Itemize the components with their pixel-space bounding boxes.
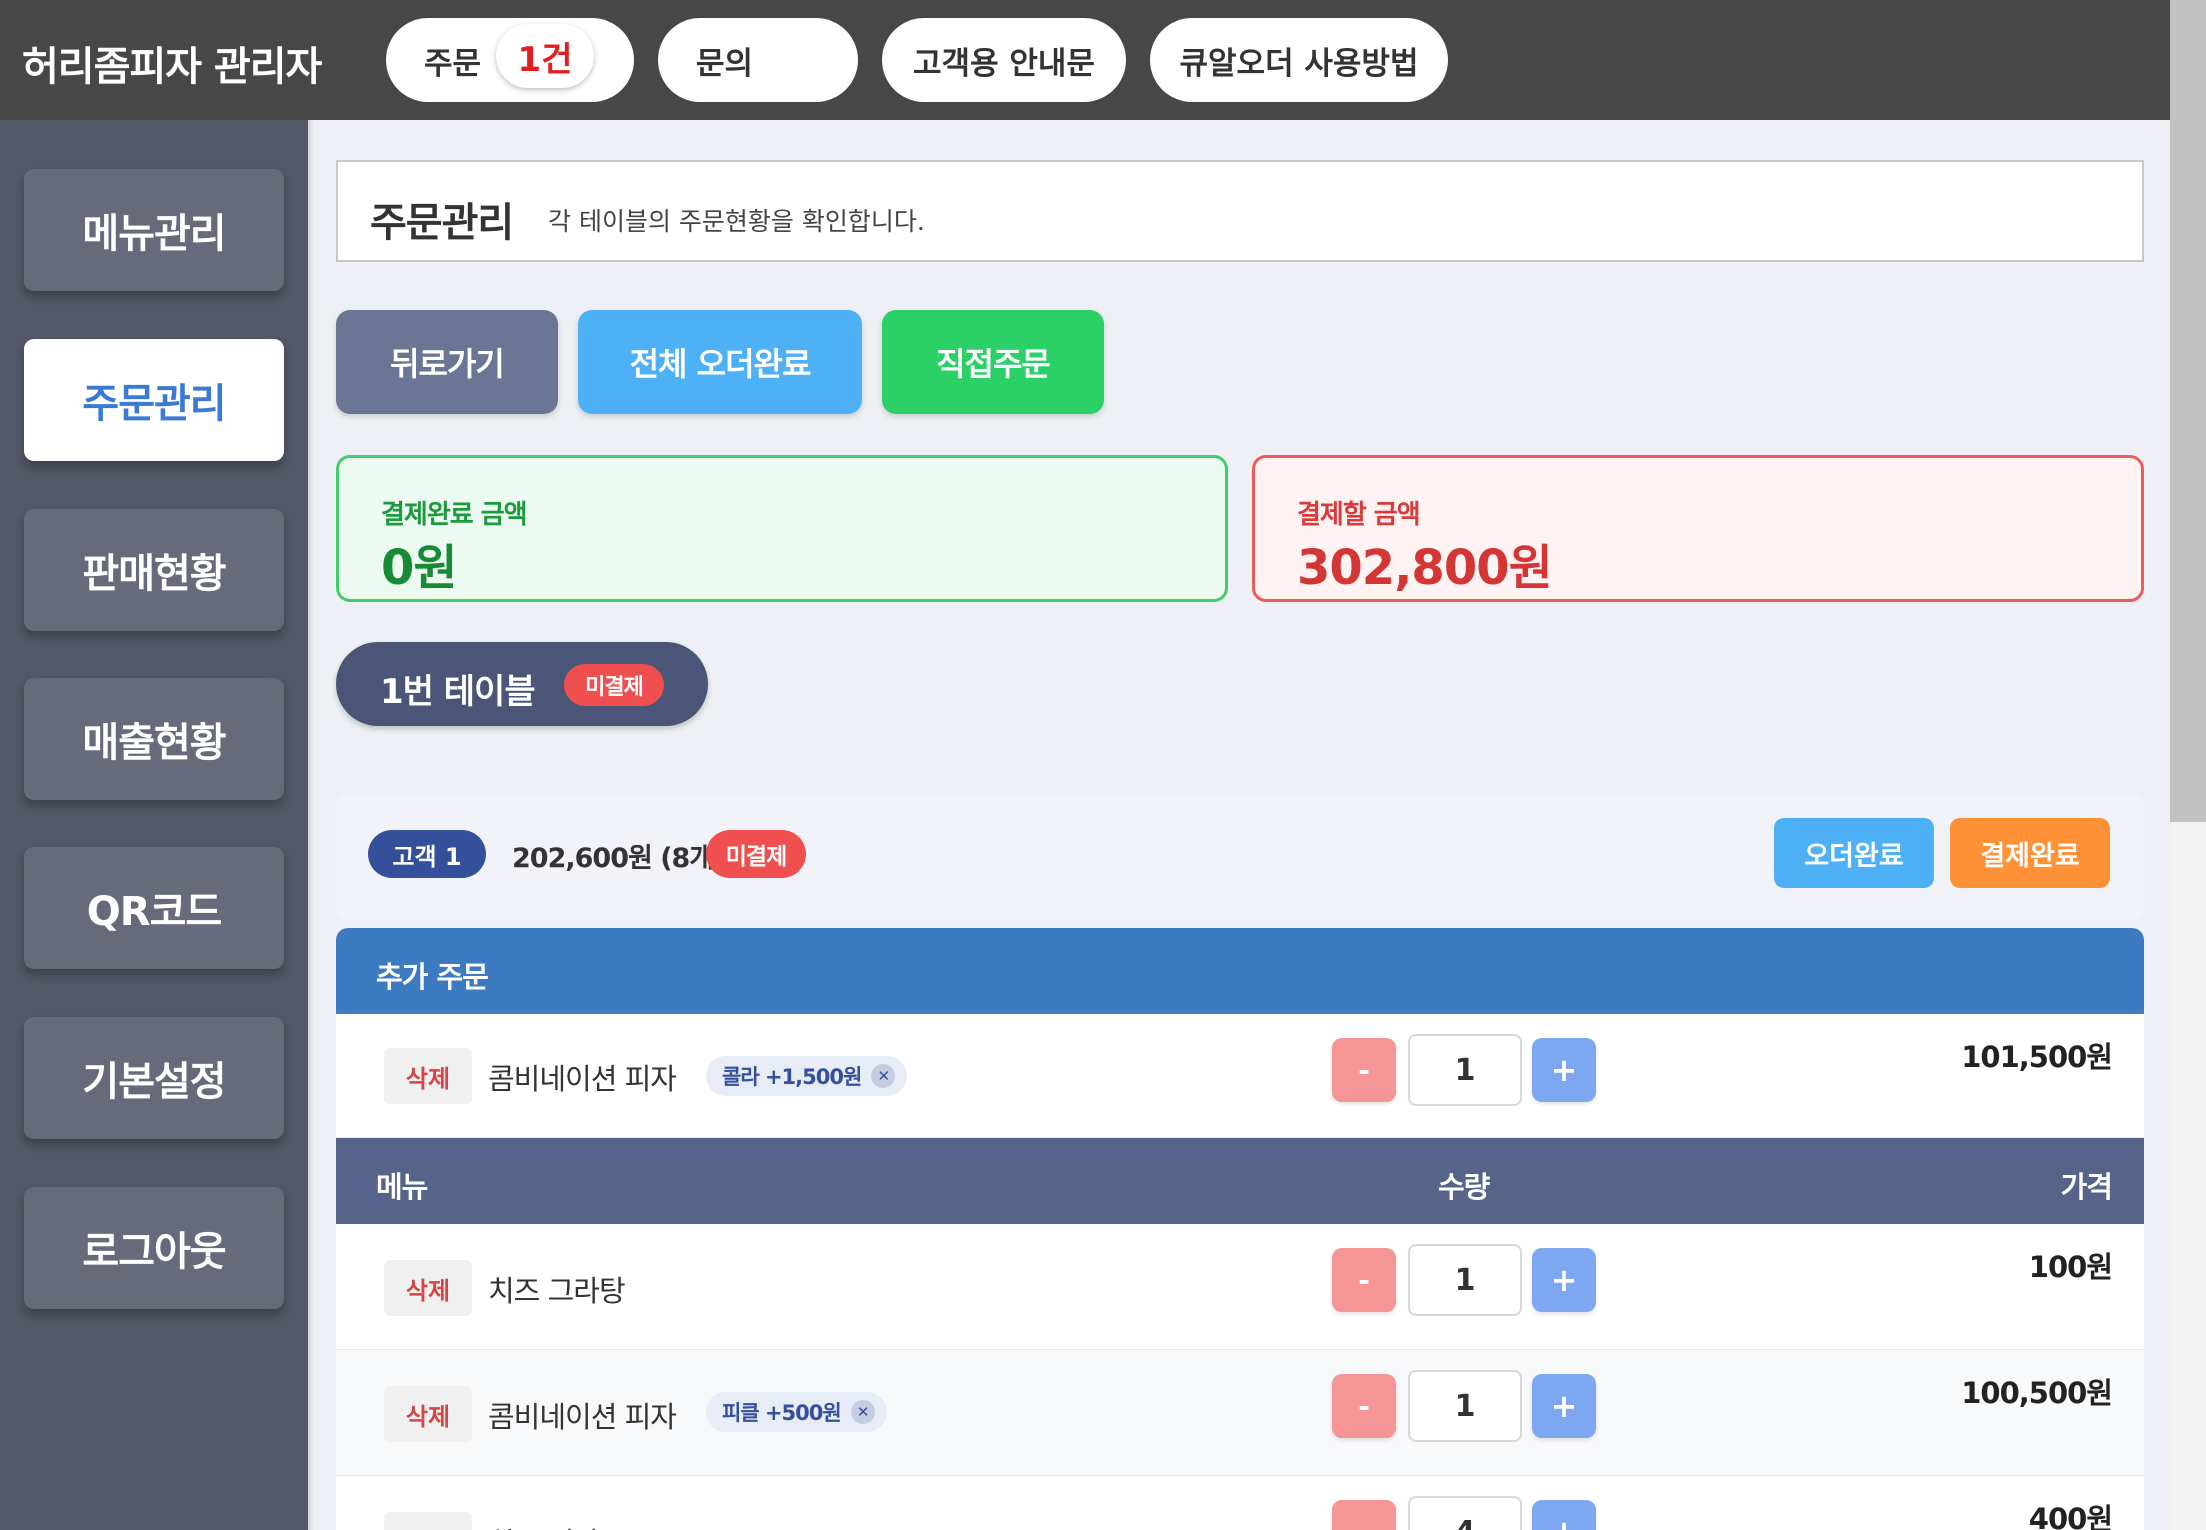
- additional-order-title: 추가 주문: [376, 960, 489, 994]
- decrease-qty-button[interactable]: -: [1332, 1500, 1396, 1530]
- sidebar-item-menu-management[interactable]: 메뉴관리: [24, 169, 284, 291]
- decrease-qty-button[interactable]: -: [1332, 1038, 1396, 1102]
- delete-button[interactable]: 삭제: [384, 1260, 472, 1316]
- paid-amount-label: 결제완료 금액: [381, 500, 528, 530]
- order-table-header: 메뉴 수량 가격: [336, 1138, 2144, 1224]
- additional-order-header: 추가 주문: [336, 928, 2144, 1014]
- item-name: 치즈 피자: [488, 1520, 600, 1530]
- delete-button[interactable]: 삭제: [384, 1048, 472, 1104]
- orders-label: 주문: [424, 45, 482, 82]
- customer-label-pill: 고객 1: [368, 830, 486, 878]
- quantity-field[interactable]: 1: [1408, 1244, 1522, 1316]
- customer-header: 고객 1 202,600원 (8개) 미결제 오더완료 결제완료: [336, 794, 2144, 920]
- increase-qty-button[interactable]: +: [1532, 1374, 1596, 1438]
- option-chip: 피클 +500원 ✕: [706, 1392, 887, 1432]
- back-button[interactable]: 뒤로가기: [336, 310, 558, 414]
- item-price: 400원: [2028, 1502, 2113, 1530]
- brand-title: 허리좀피자 관리자: [22, 44, 322, 90]
- item-name: 치즈 그라탕: [488, 1274, 626, 1308]
- customer-order-summary: 202,600원 (8개): [512, 843, 726, 874]
- sidebar-shadow: [308, 120, 314, 1530]
- scrollbar-thumb[interactable]: [2170, 0, 2206, 822]
- table-row: 삭제 콤비네이션 피자 콜라 +1,500원 ✕ - 1 + 101,500원: [336, 1014, 2144, 1138]
- page-title-box: 주문관리 각 테이블의 주문현황을 확인합니다.: [336, 160, 2144, 262]
- item-price: 101,500원: [1961, 1040, 2113, 1074]
- complete-all-orders-button[interactable]: 전체 오더완료: [578, 310, 862, 414]
- option-chip: 콜라 +1,500원 ✕: [706, 1056, 908, 1096]
- page-title: 주문관리: [370, 200, 514, 246]
- payment-complete-button[interactable]: 결제완료: [1950, 818, 2110, 888]
- quantity-field[interactable]: 4: [1408, 1496, 1522, 1530]
- due-amount-label: 결제할 금액: [1297, 500, 1421, 530]
- column-header-qty: 수량: [1438, 1170, 1490, 1204]
- qr-order-howto-button[interactable]: 큐알오더 사용방법: [1150, 18, 1448, 102]
- sidebar-item-sales-status[interactable]: 판매현황: [24, 509, 284, 631]
- sidebar-item-basic-settings[interactable]: 기본설정: [24, 1017, 284, 1139]
- increase-qty-button[interactable]: +: [1532, 1038, 1596, 1102]
- decrease-qty-button[interactable]: -: [1332, 1248, 1396, 1312]
- column-header-price: 가격: [2060, 1170, 2113, 1204]
- sidebar-item-order-management[interactable]: 주문관리: [24, 339, 284, 461]
- sidebar: [0, 120, 308, 1530]
- close-icon[interactable]: ✕: [850, 1400, 875, 1424]
- quantity-field[interactable]: 1: [1408, 1034, 1522, 1106]
- increase-qty-button[interactable]: +: [1532, 1248, 1596, 1312]
- table-row: 삭제 치즈 그라탕 - 1 + 100원: [336, 1224, 2144, 1350]
- order-complete-button[interactable]: 오더완료: [1774, 818, 1934, 888]
- item-name: 콤비네이션 피자: [488, 1062, 677, 1096]
- delete-button[interactable]: 삭제: [384, 1386, 472, 1442]
- sidebar-item-qr-code[interactable]: QR코드: [24, 847, 284, 969]
- inquiry-button[interactable]: 문의: [658, 18, 858, 102]
- close-icon[interactable]: ✕: [871, 1064, 896, 1088]
- quantity-field[interactable]: 1: [1408, 1370, 1522, 1442]
- customer-unpaid-badge: 미결제: [706, 830, 806, 878]
- top-header: 허리좀피자 관리자 주문 1건 문의 고객용 안내문 큐알오더 사용방법: [0, 0, 2206, 120]
- item-price: 100원: [2028, 1250, 2113, 1284]
- option-label: 피클 +500원: [722, 1401, 842, 1425]
- increase-qty-button[interactable]: +: [1532, 1500, 1596, 1530]
- paid-amount-card: 결제완료 금액 0원: [336, 455, 1228, 602]
- table-tab-1[interactable]: 1번 테이블 미결제: [336, 642, 708, 726]
- customer-guide-button[interactable]: 고객용 안내문: [882, 18, 1126, 102]
- table-row: 삭제 치즈 피자 - 4 + 400원: [336, 1476, 2144, 1530]
- sidebar-item-logout[interactable]: 로그아웃: [24, 1187, 284, 1309]
- page-subtitle: 각 테이블의 주문현황을 확인합니다.: [548, 207, 925, 236]
- page-scrollbar[interactable]: [2170, 0, 2206, 1530]
- table-tab-label: 1번 테이블: [380, 672, 536, 712]
- item-name: 콤비네이션 피자: [488, 1400, 677, 1434]
- direct-order-button[interactable]: 직접주문: [882, 310, 1104, 414]
- sidebar-item-revenue-status[interactable]: 매출현황: [24, 678, 284, 800]
- option-label: 콜라 +1,500원: [722, 1065, 862, 1089]
- item-price: 100,500원: [1961, 1376, 2113, 1410]
- due-amount-value: 302,800원: [1297, 540, 1553, 596]
- table-row: 삭제 콤비네이션 피자 피클 +500원 ✕ - 1 + 100,500원: [336, 1350, 2144, 1476]
- column-header-menu: 메뉴: [376, 1170, 428, 1204]
- table-unpaid-badge: 미결제: [564, 664, 664, 706]
- due-amount-card: 결제할 금액 302,800원: [1252, 455, 2144, 602]
- orders-button[interactable]: 주문 1건: [386, 18, 634, 102]
- decrease-qty-button[interactable]: -: [1332, 1374, 1396, 1438]
- paid-amount-value: 0원: [381, 540, 458, 596]
- delete-button[interactable]: 삭제: [384, 1512, 472, 1530]
- inquiry-label: 문의: [696, 45, 754, 82]
- order-count-badge: 1건: [496, 24, 594, 88]
